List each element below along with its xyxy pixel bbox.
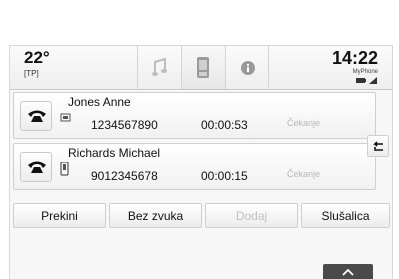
call-handset-button[interactable] bbox=[20, 152, 52, 182]
handset-icon bbox=[28, 161, 46, 173]
call-duration: 00:00:53 bbox=[201, 118, 248, 132]
info-icon bbox=[241, 61, 255, 75]
tab-phone[interactable] bbox=[181, 46, 225, 89]
status-bar: 22° [TP] 14:22 MyPhone bbox=[10, 46, 392, 90]
phone-line-icon bbox=[60, 113, 71, 122]
add-call-button[interactable]: Dodaj bbox=[205, 203, 298, 228]
caller-name: Jones Anne bbox=[68, 95, 131, 109]
call-handset-button[interactable] bbox=[20, 101, 52, 131]
caller-name: Richards Michael bbox=[68, 146, 161, 160]
expand-tab[interactable] bbox=[323, 264, 373, 279]
music-note-icon bbox=[152, 57, 167, 76]
phone-icon bbox=[197, 57, 209, 78]
infotainment-screen: 22° [TP] 14:22 MyPhone Jones Anne 123456… bbox=[9, 45, 393, 279]
mute-button[interactable]: Bez zvuka bbox=[109, 203, 202, 228]
call-status: Čekanje bbox=[287, 118, 321, 128]
call-item[interactable]: Richards Michael 9012345678 00:00:15 Ček… bbox=[13, 143, 376, 190]
clock: 14:22 bbox=[331, 48, 378, 68]
handset-icon bbox=[28, 110, 46, 122]
call-item[interactable]: Jones Anne 1234567890 00:00:53 Čekanje bbox=[13, 92, 376, 139]
caller-number: 1234567890 bbox=[91, 118, 158, 132]
call-duration: 00:00:15 bbox=[201, 169, 248, 183]
mobile-icon bbox=[60, 162, 69, 176]
chevron-up-icon bbox=[342, 269, 354, 276]
tab-music[interactable] bbox=[137, 46, 181, 89]
temperature: 22° bbox=[24, 48, 50, 67]
connected-phone-name: MyPhone bbox=[352, 69, 378, 75]
call-status: Čekanje bbox=[287, 169, 321, 179]
handset-button[interactable]: Slušalica bbox=[301, 203, 390, 228]
traffic-program-indicator: [TP] bbox=[24, 69, 39, 78]
swap-calls-button[interactable] bbox=[367, 135, 389, 157]
battery-signal-icon bbox=[356, 77, 377, 84]
tab-info[interactable] bbox=[225, 46, 269, 89]
swap-icon bbox=[373, 141, 383, 151]
end-call-button[interactable]: Prekini bbox=[13, 203, 106, 228]
caller-number: 9012345678 bbox=[91, 169, 158, 183]
